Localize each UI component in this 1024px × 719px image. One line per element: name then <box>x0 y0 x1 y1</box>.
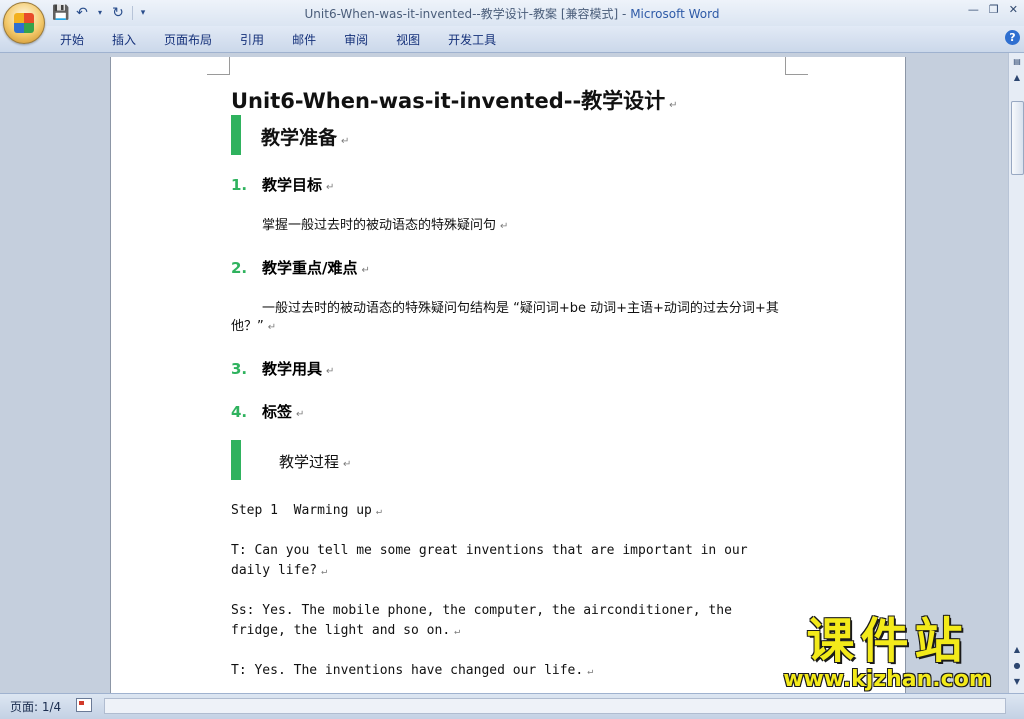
watermark-cn: 课件站 <box>806 613 969 669</box>
item-heading-4: 4. 标签 ↵ <box>231 403 305 421</box>
section-heading-process: 教学过程 ↵ <box>279 453 352 471</box>
document-workspace: Unit6-When-was-it-invented--教学设计 ↵ 教学准备 ↵ … <box>0 53 1008 693</box>
item-body-2: 一般过去时的被动语态的特殊疑问句结构是 “疑问词+be 动词+主语+动词的过去分… <box>231 301 779 334</box>
proofing-icon[interactable] <box>76 698 92 712</box>
text-line: Ss: Yes. The mobile phone, the computer,… <box>231 603 740 638</box>
browse-object-icon[interactable]: ● <box>1010 659 1024 673</box>
tab-home[interactable]: 开始 <box>60 31 84 48</box>
section-marker <box>231 440 241 480</box>
tab-developer[interactable]: 开发工具 <box>448 31 496 48</box>
ribbon-tabs: 开始 插入 页面布局 引用 邮件 审阅 视图 开发工具 <box>60 31 524 48</box>
window-title-app: Microsoft Word <box>630 7 720 21</box>
title-bar: 💾 ↶ ▾ ↻ ▾ Unit6-When-was-it-invented--教学… <box>0 0 1024 44</box>
restore-icon[interactable]: ❐ <box>989 3 999 16</box>
scroll-thumb[interactable] <box>1011 101 1024 175</box>
item-heading-2: 2. 教学重点/难点 ↵ <box>231 259 370 277</box>
section-marker <box>231 115 241 155</box>
window-title-document: Unit6-When-was-it-invented--教学设计-教案 [兼容模… <box>304 7 631 21</box>
document-title: Unit6-When-was-it-invented--教学设计 ↵ <box>231 89 678 113</box>
window-controls: — ❐ ✕ <box>968 3 1018 16</box>
item-body-1: 掌握一般过去时的被动语态的特殊疑问句 ↵ <box>262 218 509 233</box>
ribbon-tab-bar: 开始 插入 页面布局 引用 邮件 审阅 视图 开发工具 ? <box>0 26 1024 53</box>
item-heading-1: 1. 教学目标 ↵ <box>231 176 335 194</box>
crop-mark-top-right <box>785 57 808 75</box>
section-heading-prep: 教学准备 ↵ <box>261 127 350 149</box>
office-logo-icon <box>14 13 34 33</box>
status-bar: 页面: 1/4 <box>0 693 1024 719</box>
tab-references[interactable]: 引用 <box>240 31 264 48</box>
window-title: Unit6-When-was-it-invented--教学设计-教案 [兼容模… <box>0 5 1024 22</box>
horizontal-scrollbar[interactable] <box>104 698 1006 714</box>
watermark-url: www.kjzhan.com <box>783 667 992 692</box>
item-heading-3: 3. 教学用具 ↵ <box>231 360 335 378</box>
text-line: T: Can you tell me some great inventions… <box>231 543 756 578</box>
vertical-scrollbar[interactable]: ▤ ▲ ▲ ● ▼ <box>1008 53 1024 693</box>
tab-insert[interactable]: 插入 <box>112 31 136 48</box>
tab-page-layout[interactable]: 页面布局 <box>164 31 212 48</box>
help-icon[interactable]: ? <box>1005 30 1020 45</box>
tab-view[interactable]: 视图 <box>396 31 420 48</box>
tab-review[interactable]: 审阅 <box>344 31 368 48</box>
text-line: T: Yes. The inventions have changed our … <box>231 663 594 678</box>
status-page-count[interactable]: 页面: 1/4 <box>10 698 61 715</box>
next-page-icon[interactable]: ▼ <box>1010 675 1024 689</box>
crop-mark-top-left <box>207 57 230 75</box>
ruler-toggle-icon[interactable]: ▤ <box>1010 55 1024 69</box>
previous-page-icon[interactable]: ▲ <box>1010 643 1024 657</box>
document-page[interactable]: Unit6-When-was-it-invented--教学设计 ↵ 教学准备 ↵ … <box>110 57 906 693</box>
office-button[interactable] <box>3 2 45 44</box>
watermark-logo: 课件站 www.kjzhan.com <box>770 614 1005 692</box>
tab-mailings[interactable]: 邮件 <box>292 31 316 48</box>
close-icon[interactable]: ✕ <box>1009 3 1018 16</box>
scroll-up-icon[interactable]: ▲ <box>1010 71 1024 85</box>
text-line: Step 1 Warming up ↵ <box>231 503 382 518</box>
minimize-icon[interactable]: — <box>968 3 979 16</box>
